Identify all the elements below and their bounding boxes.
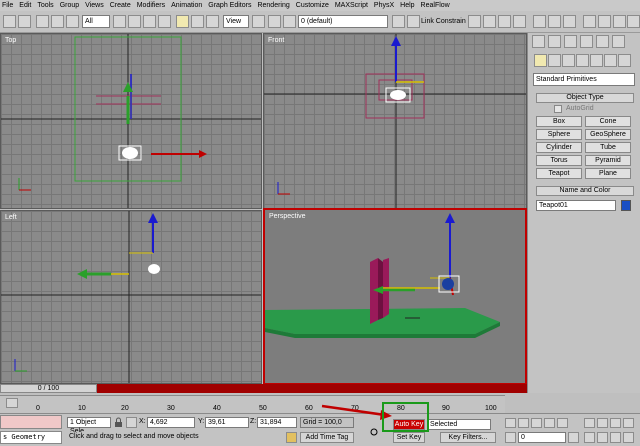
annotation-highlight-box xyxy=(382,402,429,432)
annotation-overlay xyxy=(321,402,429,432)
annotation-arrowhead xyxy=(380,410,392,420)
annotation-arrow xyxy=(321,404,386,417)
